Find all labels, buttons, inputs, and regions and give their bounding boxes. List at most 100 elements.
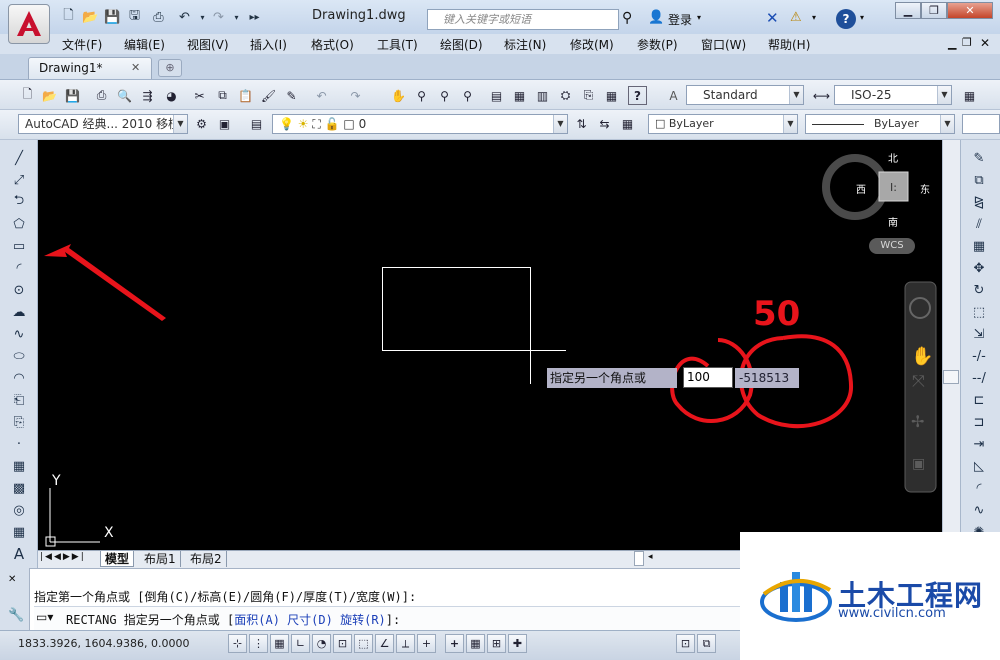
save-icon[interactable]: 💾 [63,86,82,105]
move-icon[interactable]: ✥ [968,258,990,278]
redo-icon[interactable]: ↷ [346,86,365,105]
model-space-icon[interactable]: ⊡ [676,634,695,653]
tool-palettes-icon[interactable]: ▥ [533,86,552,105]
plot-preview-icon[interactable]: 🔍 [115,86,134,105]
multiline-text-icon[interactable]: A [8,544,30,564]
plot-icon[interactable]: ⎙ [92,86,111,105]
rotate-icon[interactable]: ↻ [968,280,990,300]
lineweight-icon[interactable]: + [445,634,464,653]
scale-icon[interactable]: ⬚ [968,302,990,322]
horizontal-scroll-left-icon[interactable]: ◂ [648,552,653,562]
calculator-icon[interactable]: ▦ [602,86,621,105]
rectangle-icon[interactable]: ▭ [8,236,30,256]
menu-draw[interactable]: 绘图(D) [440,36,483,53]
ellipse-arc-icon[interactable]: ◠ [8,368,30,388]
offset-icon[interactable]: ⫽ [968,214,990,234]
undo-icon[interactable]: ↶ [312,86,331,105]
vertical-scrollbar[interactable] [942,140,960,550]
menu-modify[interactable]: 修改(M) [570,36,614,53]
command-recent-icon[interactable]: ▭▾ [36,610,53,624]
grid-display-icon[interactable]: ▦ [270,634,289,653]
login-dropdown-icon[interactable]: ▾ [697,13,701,22]
point-icon[interactable]: · [8,434,30,454]
exchange-icon[interactable]: ✕ [766,9,779,27]
trim-icon[interactable]: -/- [968,346,990,366]
wcs-menu[interactable]: WCS [869,238,915,254]
document-tab[interactable]: Drawing1* ✕ [28,57,152,79]
mirror-icon[interactable]: ⧎ [968,192,990,212]
command-option-area[interactable]: 面积(A) [234,613,280,627]
menu-help[interactable]: 帮助(H) [768,36,810,53]
copy-icon[interactable]: ⧉ [213,86,232,105]
break-icon[interactable]: ⊐ [968,412,990,432]
communication-center-icon[interactable]: ⚠ [790,10,802,25]
open-icon[interactable]: 📂 [40,86,59,105]
fillet-icon[interactable]: ◜ [968,478,990,498]
publish-icon[interactable]: ⇶ [138,86,157,105]
minimize-button[interactable]: ▁ [895,2,921,19]
insert-block-icon[interactable]: ⎗ [8,390,30,410]
viewcube-south[interactable]: 南 [888,214,898,229]
tab-layout2[interactable]: 布局2 [186,551,227,567]
search-input[interactable]: 键入关键字或短语 [427,9,619,30]
array-icon[interactable]: ▦ [968,236,990,256]
layer-state-icon[interactable]: ▦ [618,114,637,133]
doc-minimize-button[interactable]: ▁ [948,37,956,50]
application-menu-button[interactable] [8,4,50,44]
tab-layout1[interactable]: 布局1 [140,551,181,567]
extend-icon[interactable]: --/ [968,368,990,388]
join-icon[interactable]: ⇥ [968,434,990,454]
undo-dropdown-icon[interactable]: ▾ [194,9,211,25]
layer-previous-icon[interactable]: ⇆ [595,114,614,133]
polygon-icon[interactable]: ⬠ [8,214,30,234]
login-link[interactable]: 登录 [668,11,692,28]
open-file-icon[interactable]: 📂 [82,9,99,25]
zoom-previous-icon[interactable]: ⚲ [458,86,477,105]
quick-view-layouts-icon[interactable]: ⧉ [697,634,716,653]
help-icon[interactable]: ? [836,9,856,29]
line-icon[interactable]: ╱ [8,148,30,168]
pan-nav-icon[interactable]: ✋ [911,345,933,367]
erase-icon[interactable]: ✎ [968,148,990,168]
infer-constraints-icon[interactable]: ⊹ [228,634,247,653]
menu-edit[interactable]: 编辑(E) [124,36,165,53]
menu-parametric[interactable]: 参数(P) [637,36,678,53]
ellipse-icon[interactable]: ⬭ [8,346,30,366]
markup-icon[interactable]: ⎘ [579,86,598,105]
tab-navigation-arrows[interactable]: |◀◀▶▶| [40,552,86,562]
doc-restore-button[interactable]: ❐ [962,36,972,49]
make-block-icon[interactable]: ⎘ [8,412,30,432]
viewcube-north[interactable]: 北 [888,150,898,165]
new-tab-button[interactable]: ⊕ [158,59,182,77]
break-at-point-icon[interactable]: ⊏ [968,390,990,410]
copy-object-icon[interactable]: ⧉ [968,170,990,190]
match-properties-icon[interactable]: 🖌 [259,86,278,105]
design-center-icon[interactable]: ▦ [510,86,529,105]
stretch-icon[interactable]: ⇲ [968,324,990,344]
zoom-realtime-icon[interactable]: ⚲ [412,86,431,105]
text-style-select[interactable]: Standard ▼ [686,85,804,105]
help-icon[interactable]: ? [628,86,647,105]
scrollbar-thumb[interactable] [943,370,959,384]
table-icon[interactable]: ▦ [8,522,30,542]
spline-icon[interactable]: ∿ [8,324,30,344]
command-window-handle[interactable]: ✕ 🔧 [0,568,30,630]
properties-icon[interactable]: ▤ [487,86,506,105]
chamfer-icon[interactable]: ◺ [968,456,990,476]
save-icon[interactable]: 💾 [104,9,121,25]
tab-close-icon[interactable]: ✕ [131,61,140,74]
paste-icon[interactable]: 📋 [236,86,255,105]
menu-window[interactable]: 窗口(W) [701,36,746,53]
selection-cycling-icon[interactable]: ✚ [508,634,527,653]
showmotion-nav-icon[interactable]: ▣ [912,456,925,472]
menu-file[interactable]: 文件(F) [62,36,102,53]
menu-insert[interactable]: 插入(I) [250,36,287,53]
region-icon[interactable]: ◎ [8,500,30,520]
dynamic-ucs-icon[interactable]: ⟂ [396,634,415,653]
menu-format[interactable]: 格式(O) [311,36,354,53]
viewcube-east[interactable]: 东 [920,181,930,196]
new-file-icon[interactable]: 🗋 [60,8,77,25]
menu-dimension[interactable]: 标注(N) [504,36,546,53]
quick-properties-icon[interactable]: ⊞ [487,634,506,653]
hatch-icon[interactable]: ▦ [8,456,30,476]
